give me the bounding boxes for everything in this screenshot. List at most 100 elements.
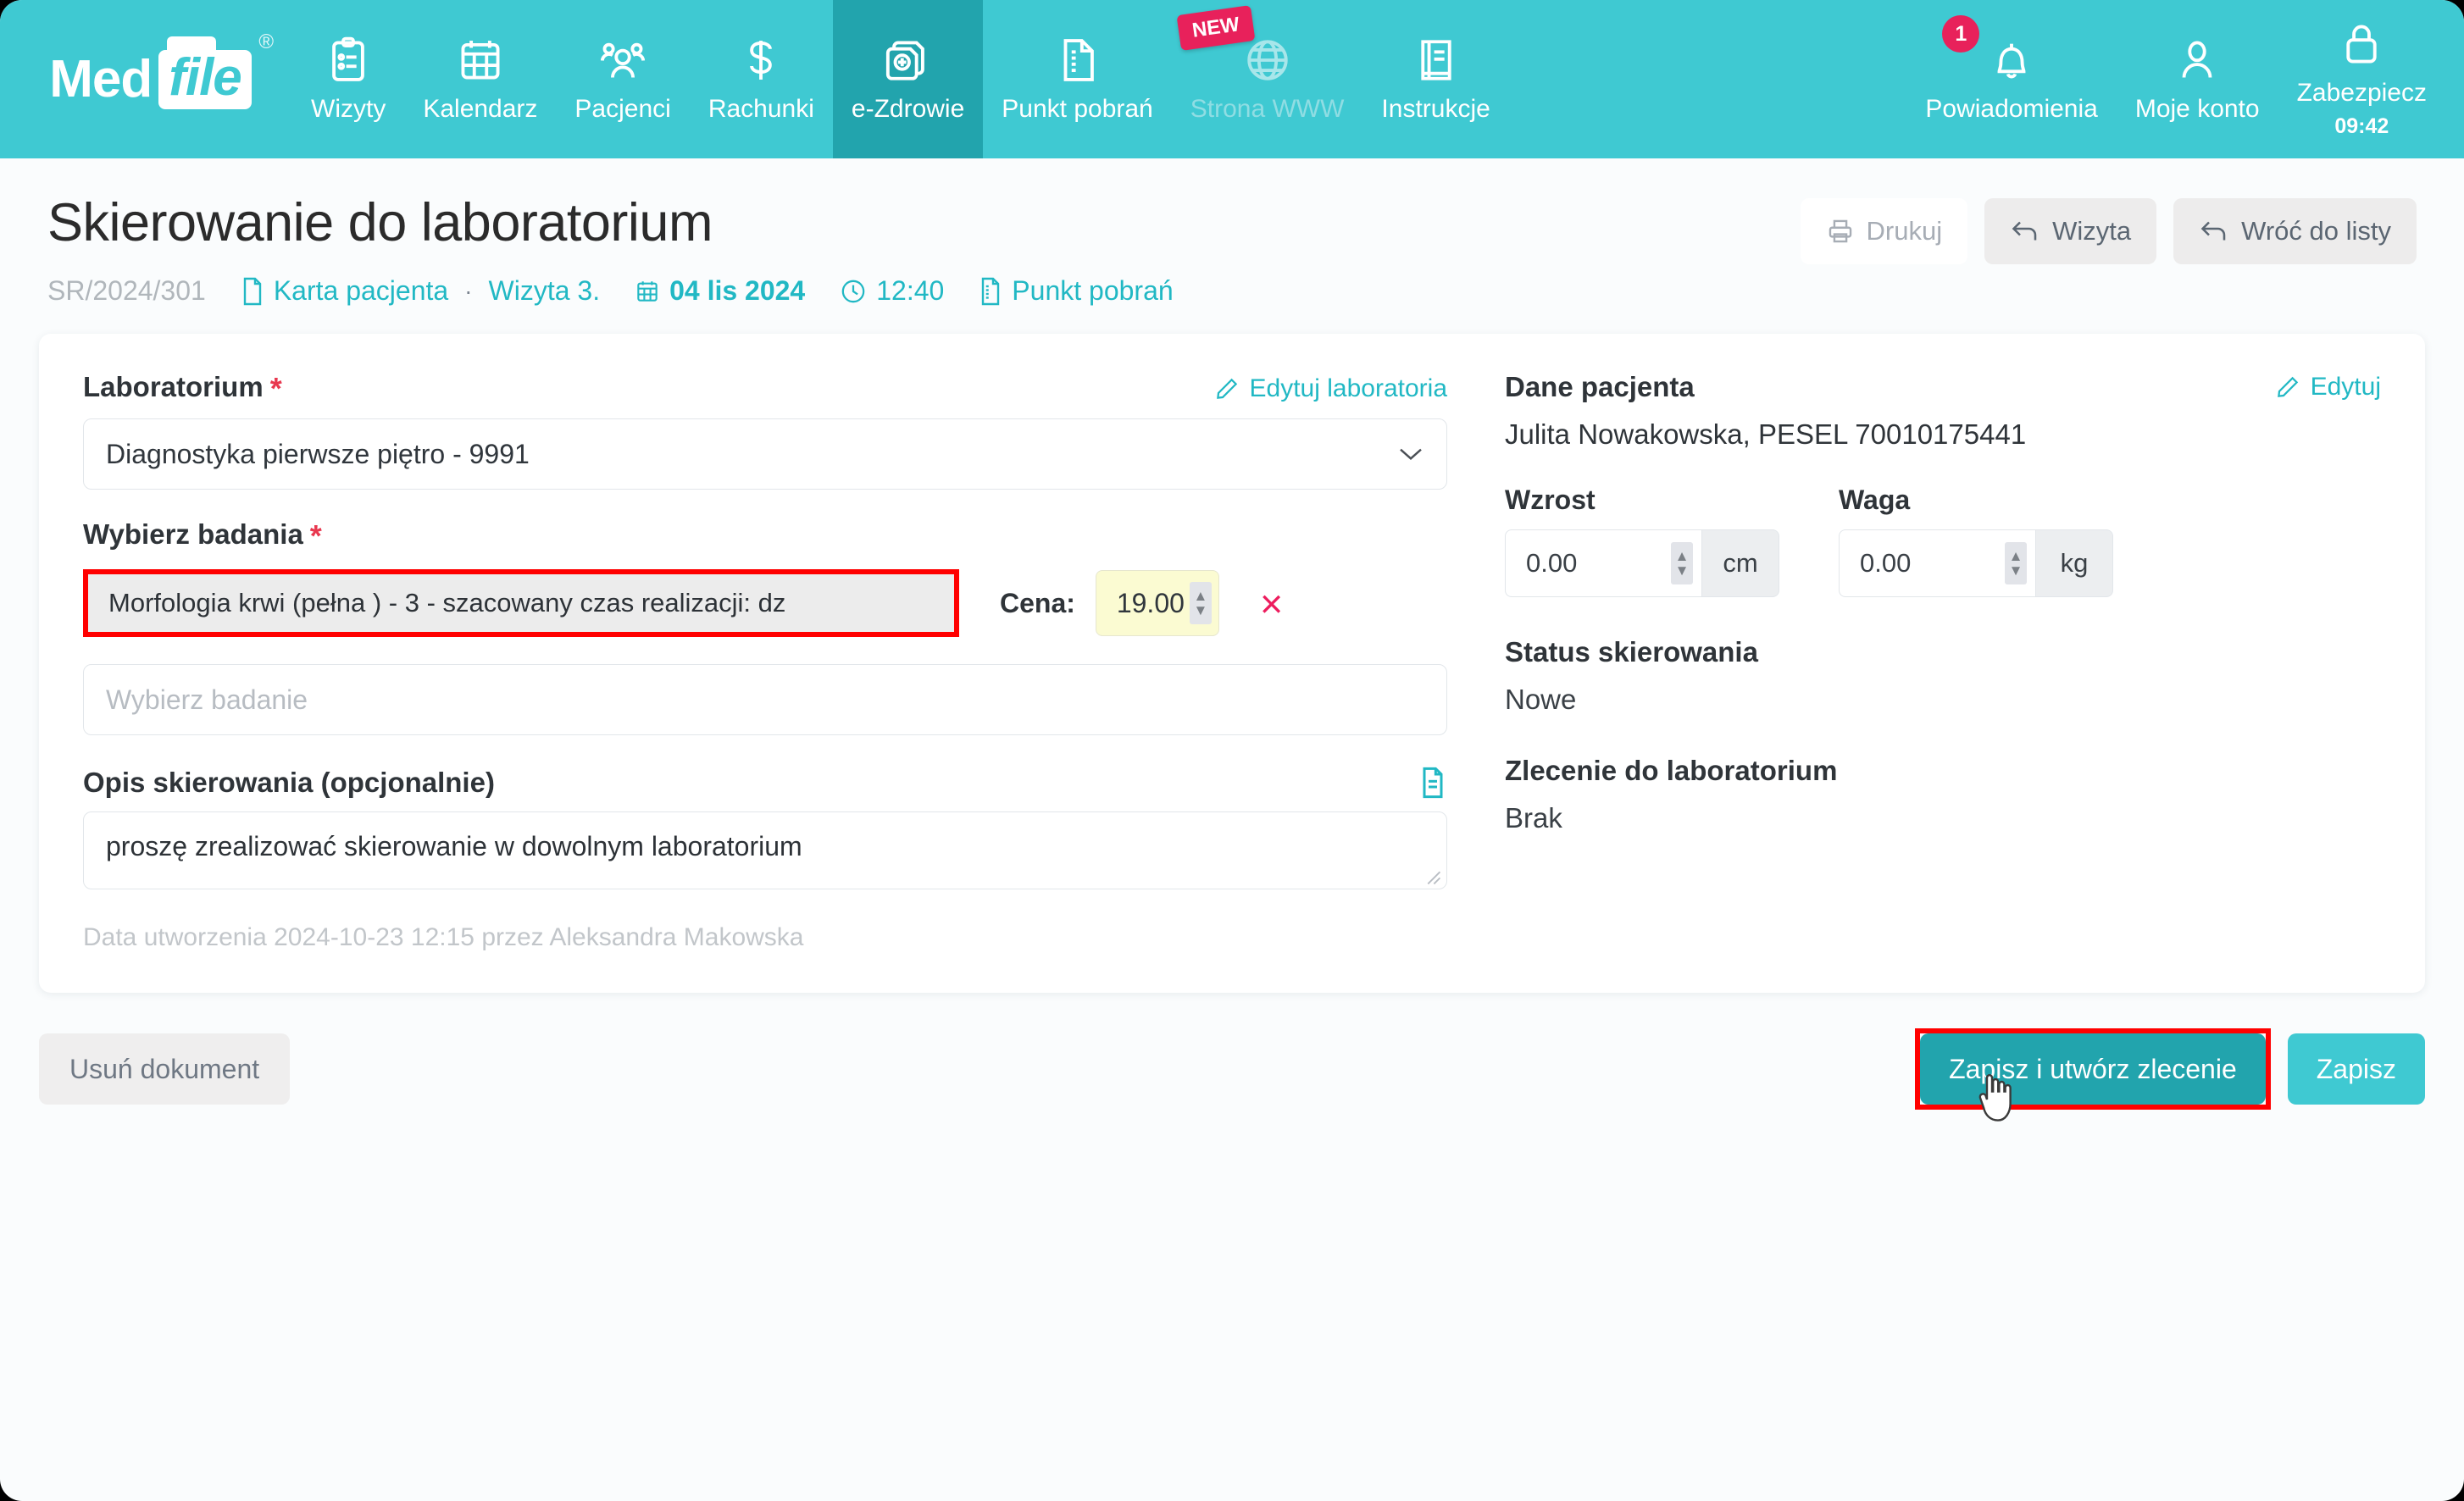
nav-item-moje-konto[interactable]: Moje konto: [2117, 0, 2278, 158]
required-asterisk: *: [269, 371, 282, 406]
breadcrumb-time-label: 12:40: [876, 275, 945, 306]
chevron-down-icon: [1397, 446, 1424, 462]
lock-icon: [2337, 19, 2386, 69]
weight-input[interactable]: 0.00 ▲ ▼: [1839, 529, 2035, 597]
lab-order-value: Brak: [1505, 802, 1562, 834]
save-create-highlight-annotation: Zapisz i utwórz zlecenie: [1915, 1028, 2271, 1122]
nav-item-rachunki[interactable]: Rachunki: [690, 0, 833, 158]
back-arrow-icon: [2199, 219, 2229, 244]
laboratory-select[interactable]: Diagnostyka pierwsze piętro - 9991: [83, 418, 1447, 490]
nav-item-instrukcje[interactable]: Instrukcje: [1362, 0, 1508, 158]
header-actions: Drukuj Wizyta Wróć do listy: [1800, 198, 2417, 264]
patient-metrics: Wzrost 0.00 ▲ ▼ cm Waga 0.00 ▲ ▼ kg: [1505, 485, 2381, 597]
print-button[interactable]: Drukuj: [1800, 198, 1968, 264]
edit-labs-link-label: Edytuj laboratoria: [1249, 374, 1447, 402]
lab-field-header: Laboratorium * Edytuj laboratoria: [83, 371, 1447, 407]
brand-med-text: Med: [49, 50, 153, 108]
page-header: Skierowanie do laboratorium Drukuj Wizyt…: [0, 158, 2464, 307]
edit-patient-link[interactable]: Edytuj: [2275, 373, 2381, 402]
exam-search-input[interactable]: Wybierz badanie: [83, 664, 1447, 735]
nav-item-kalendarz[interactable]: Kalendarz: [404, 0, 556, 158]
nav-label-instrukcje: Instrukcje: [1381, 94, 1490, 123]
registered-trademark-icon: ®: [258, 30, 274, 53]
stepper-up-icon: ▲: [1674, 548, 1690, 564]
height-label: Wzrost: [1505, 485, 1595, 515]
nav-item-wizyty[interactable]: Wizyty: [292, 0, 404, 158]
created-metadata: Data utworzenia 2024-10-23 12:15 przez A…: [83, 923, 804, 951]
description-textarea[interactable]: proszę zrealizować skierowanie w dowolny…: [83, 811, 1447, 889]
breadcrumb-collection-point-label: Punkt pobrań: [1012, 275, 1174, 306]
edit-labs-link[interactable]: Edytuj laboratoria: [1214, 374, 1447, 403]
stepper-down-icon: ▼: [1193, 602, 1208, 618]
price-label: Cena:: [1000, 587, 1075, 618]
weight-input-group: 0.00 ▲ ▼ kg: [1839, 529, 2113, 597]
back-to-list-button[interactable]: Wróć do listy: [2173, 198, 2417, 264]
patient-section-title: Dane pacjenta: [1505, 371, 1695, 402]
exams-label: Wybierz badania: [83, 518, 303, 550]
height-input[interactable]: 0.00 ▲ ▼: [1505, 529, 1701, 597]
visit-button[interactable]: Wizyta: [1984, 198, 2157, 264]
height-unit: cm: [1701, 529, 1779, 597]
nav-label-strona-www: Strona WWW: [1190, 94, 1345, 123]
save-button[interactable]: Zapisz: [2287, 1033, 2425, 1105]
breadcrumb-collection-point-link[interactable]: Punkt pobrań: [978, 275, 1174, 307]
stepper-down-icon: ▼: [1674, 562, 1690, 579]
form-footer: Usuń dokument Zapisz i utwórz zlecenie Z…: [39, 1018, 2425, 1122]
session-timer: 09:42: [2334, 114, 2389, 138]
weight-label: Waga: [1839, 485, 1911, 515]
delete-document-button[interactable]: Usuń dokument: [39, 1033, 291, 1105]
remove-exam-icon[interactable]: ×: [1260, 584, 1283, 623]
users-icon: [598, 36, 647, 85]
nav-label-wizyty: Wizyty: [311, 94, 386, 123]
clock-icon: [839, 277, 868, 306]
pencil-icon: [1214, 376, 1240, 402]
print-button-label: Drukuj: [1866, 216, 1943, 246]
nav-item-strona-www[interactable]: NEW Strona WWW: [1172, 0, 1363, 158]
laboratory-select-value: Diagnostyka pierwsze piętro - 9991: [106, 438, 530, 469]
price-input[interactable]: 19.00 ▲ ▼: [1095, 570, 1219, 636]
height-input-value: 0.00: [1526, 548, 1578, 578]
weight-input-value: 0.00: [1860, 548, 1912, 578]
calendar-icon: [634, 277, 661, 306]
resize-grip-icon[interactable]: [1423, 867, 1441, 885]
stepper-down-icon: ▼: [2008, 562, 2023, 579]
dollar-icon: [736, 36, 785, 85]
stepper-up-icon: ▲: [1193, 588, 1208, 604]
nav-item-punkt-pobran[interactable]: Punkt pobrań: [983, 0, 1171, 158]
nav-label-pacjenci: Pacjenci: [574, 94, 671, 123]
nav-label-kalendarz: Kalendarz: [423, 94, 538, 123]
clipboard-icon: [324, 36, 373, 85]
weight-stepper[interactable]: ▲ ▼: [2005, 542, 2027, 584]
selected-exam-select[interactable]: Morfologia krwi (pełna ) - 3 - szacowany…: [88, 574, 954, 632]
patient-name-pesel: Julita Nowakowska, PESEL 70010175441: [1505, 418, 2027, 450]
nav-item-pacjenci[interactable]: Pacjenci: [556, 0, 689, 158]
height-stepper[interactable]: ▲ ▼: [1671, 542, 1693, 584]
exam-highlight-annotation: Morfologia krwi (pełna ) - 3 - szacowany…: [83, 569, 959, 637]
breadcrumb-patient-card-link[interactable]: Karta pacjenta: [240, 275, 448, 307]
template-document-icon[interactable]: [1418, 766, 1447, 800]
referral-status-value: Nowe: [1505, 684, 1577, 715]
pencil-icon: [2275, 374, 2300, 400]
brand-logo[interactable]: Med file ®: [0, 0, 292, 158]
nav-item-e-zdrowie[interactable]: e-Zdrowie: [832, 0, 984, 158]
top-navigation-bar: Med file ® Wizyty Kalendarz Pacjenci Rac…: [0, 0, 2464, 158]
user-icon: [2173, 36, 2222, 85]
printer-icon: [1826, 217, 1855, 246]
patient-info-column: Dane pacjenta Edytuj Julita Nowakowska, …: [1481, 371, 2381, 952]
form-left-column: Laboratorium * Edytuj laboratoria Diagnos…: [83, 371, 1447, 952]
exams-label-wrap: Wybierz badania *: [83, 518, 1447, 554]
weight-field: Waga 0.00 ▲ ▼ kg: [1839, 485, 2113, 597]
save-and-create-order-button[interactable]: Zapisz i utwórz zlecenie: [1920, 1033, 2266, 1105]
notification-count-badge: 1: [1942, 15, 1980, 53]
nav-item-zabezpiecz[interactable]: Zabezpiecz 09:42: [2278, 0, 2464, 158]
price-stepper[interactable]: ▲ ▼: [1189, 582, 1212, 624]
referral-form-card: Laboratorium * Edytuj laboratoria Diagnos…: [39, 334, 2425, 993]
app-window: Med file ® Wizyty Kalendarz Pacjenci Rac…: [0, 0, 2464, 1501]
nav-label-e-zdrowie: e-Zdrowie: [851, 94, 965, 123]
visit-button-label: Wizyta: [2052, 216, 2132, 246]
nav-item-powiadomienia[interactable]: 1 Powiadomienia: [1906, 0, 2116, 158]
breadcrumb-visit[interactable]: Wizyta 3.: [489, 275, 601, 307]
lab-label-wrap: Laboratorium *: [83, 371, 282, 407]
height-input-group: 0.00 ▲ ▼ cm: [1505, 529, 1779, 597]
